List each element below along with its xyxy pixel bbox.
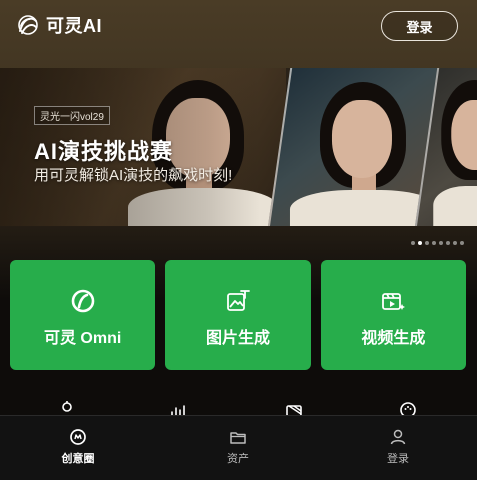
video-generate-card-label: 视频生成 (361, 330, 426, 347)
folder-icon (230, 432, 246, 444)
video-generate-icon (382, 293, 406, 310)
logo-text: 可灵AI (46, 16, 102, 36)
creative-icon (70, 429, 86, 445)
feature-cards: 可灵 Omni 图片生成 视频生成 (10, 260, 466, 370)
app-logo[interactable]: 可灵AI (16, 12, 102, 38)
carousel-dot[interactable] (446, 241, 450, 245)
nav-item-assets[interactable]: 资产 (203, 428, 273, 466)
omni-card[interactable]: 可灵 Omni (10, 260, 156, 370)
header: 可灵AI 登录 (0, 0, 477, 52)
carousel-dot[interactable] (418, 241, 422, 245)
banner-title: AI演技挑战赛 (34, 139, 174, 164)
hero-banner[interactable]: 灵光一闪vol29 AI演技挑战赛 用可灵解锁AI演技的飙戏时刻! (0, 68, 477, 226)
nav-label-creative: 创意圈 (61, 453, 95, 465)
carousel-dot[interactable] (432, 241, 436, 245)
image-generate-card-label: 图片生成 (205, 330, 270, 347)
nav-item-creative[interactable]: 创意圈 (43, 428, 113, 466)
banner-subtitle: 用可灵解锁AI演技的飙戏时刻! (34, 167, 233, 184)
carousel-dot[interactable] (425, 241, 429, 245)
omni-icon (71, 289, 94, 313)
image-generate-icon (227, 290, 250, 311)
carousel-dot[interactable] (460, 241, 464, 245)
login-button[interactable]: 登录 (381, 11, 458, 41)
nav-label-assets: 资产 (227, 453, 249, 465)
image-generate-card[interactable]: 图片生成 (165, 260, 311, 370)
user-icon (390, 429, 406, 445)
kling-logo-icon (18, 15, 38, 35)
carousel-dot[interactable] (453, 241, 457, 245)
banner-tag: 灵光一闪vol29 (34, 106, 110, 125)
carousel-dot[interactable] (411, 241, 415, 245)
nav-item-login[interactable]: 登录 (363, 428, 433, 466)
video-generate-card[interactable]: 视频生成 (320, 260, 466, 370)
bottom-navigation: 创意圈 资产 登录 (0, 415, 477, 480)
carousel-dot[interactable] (439, 241, 443, 245)
omni-card-label: 可灵 Omni (43, 330, 122, 347)
nav-label-login: 登录 (387, 453, 409, 465)
carousel-indicator (411, 241, 464, 245)
